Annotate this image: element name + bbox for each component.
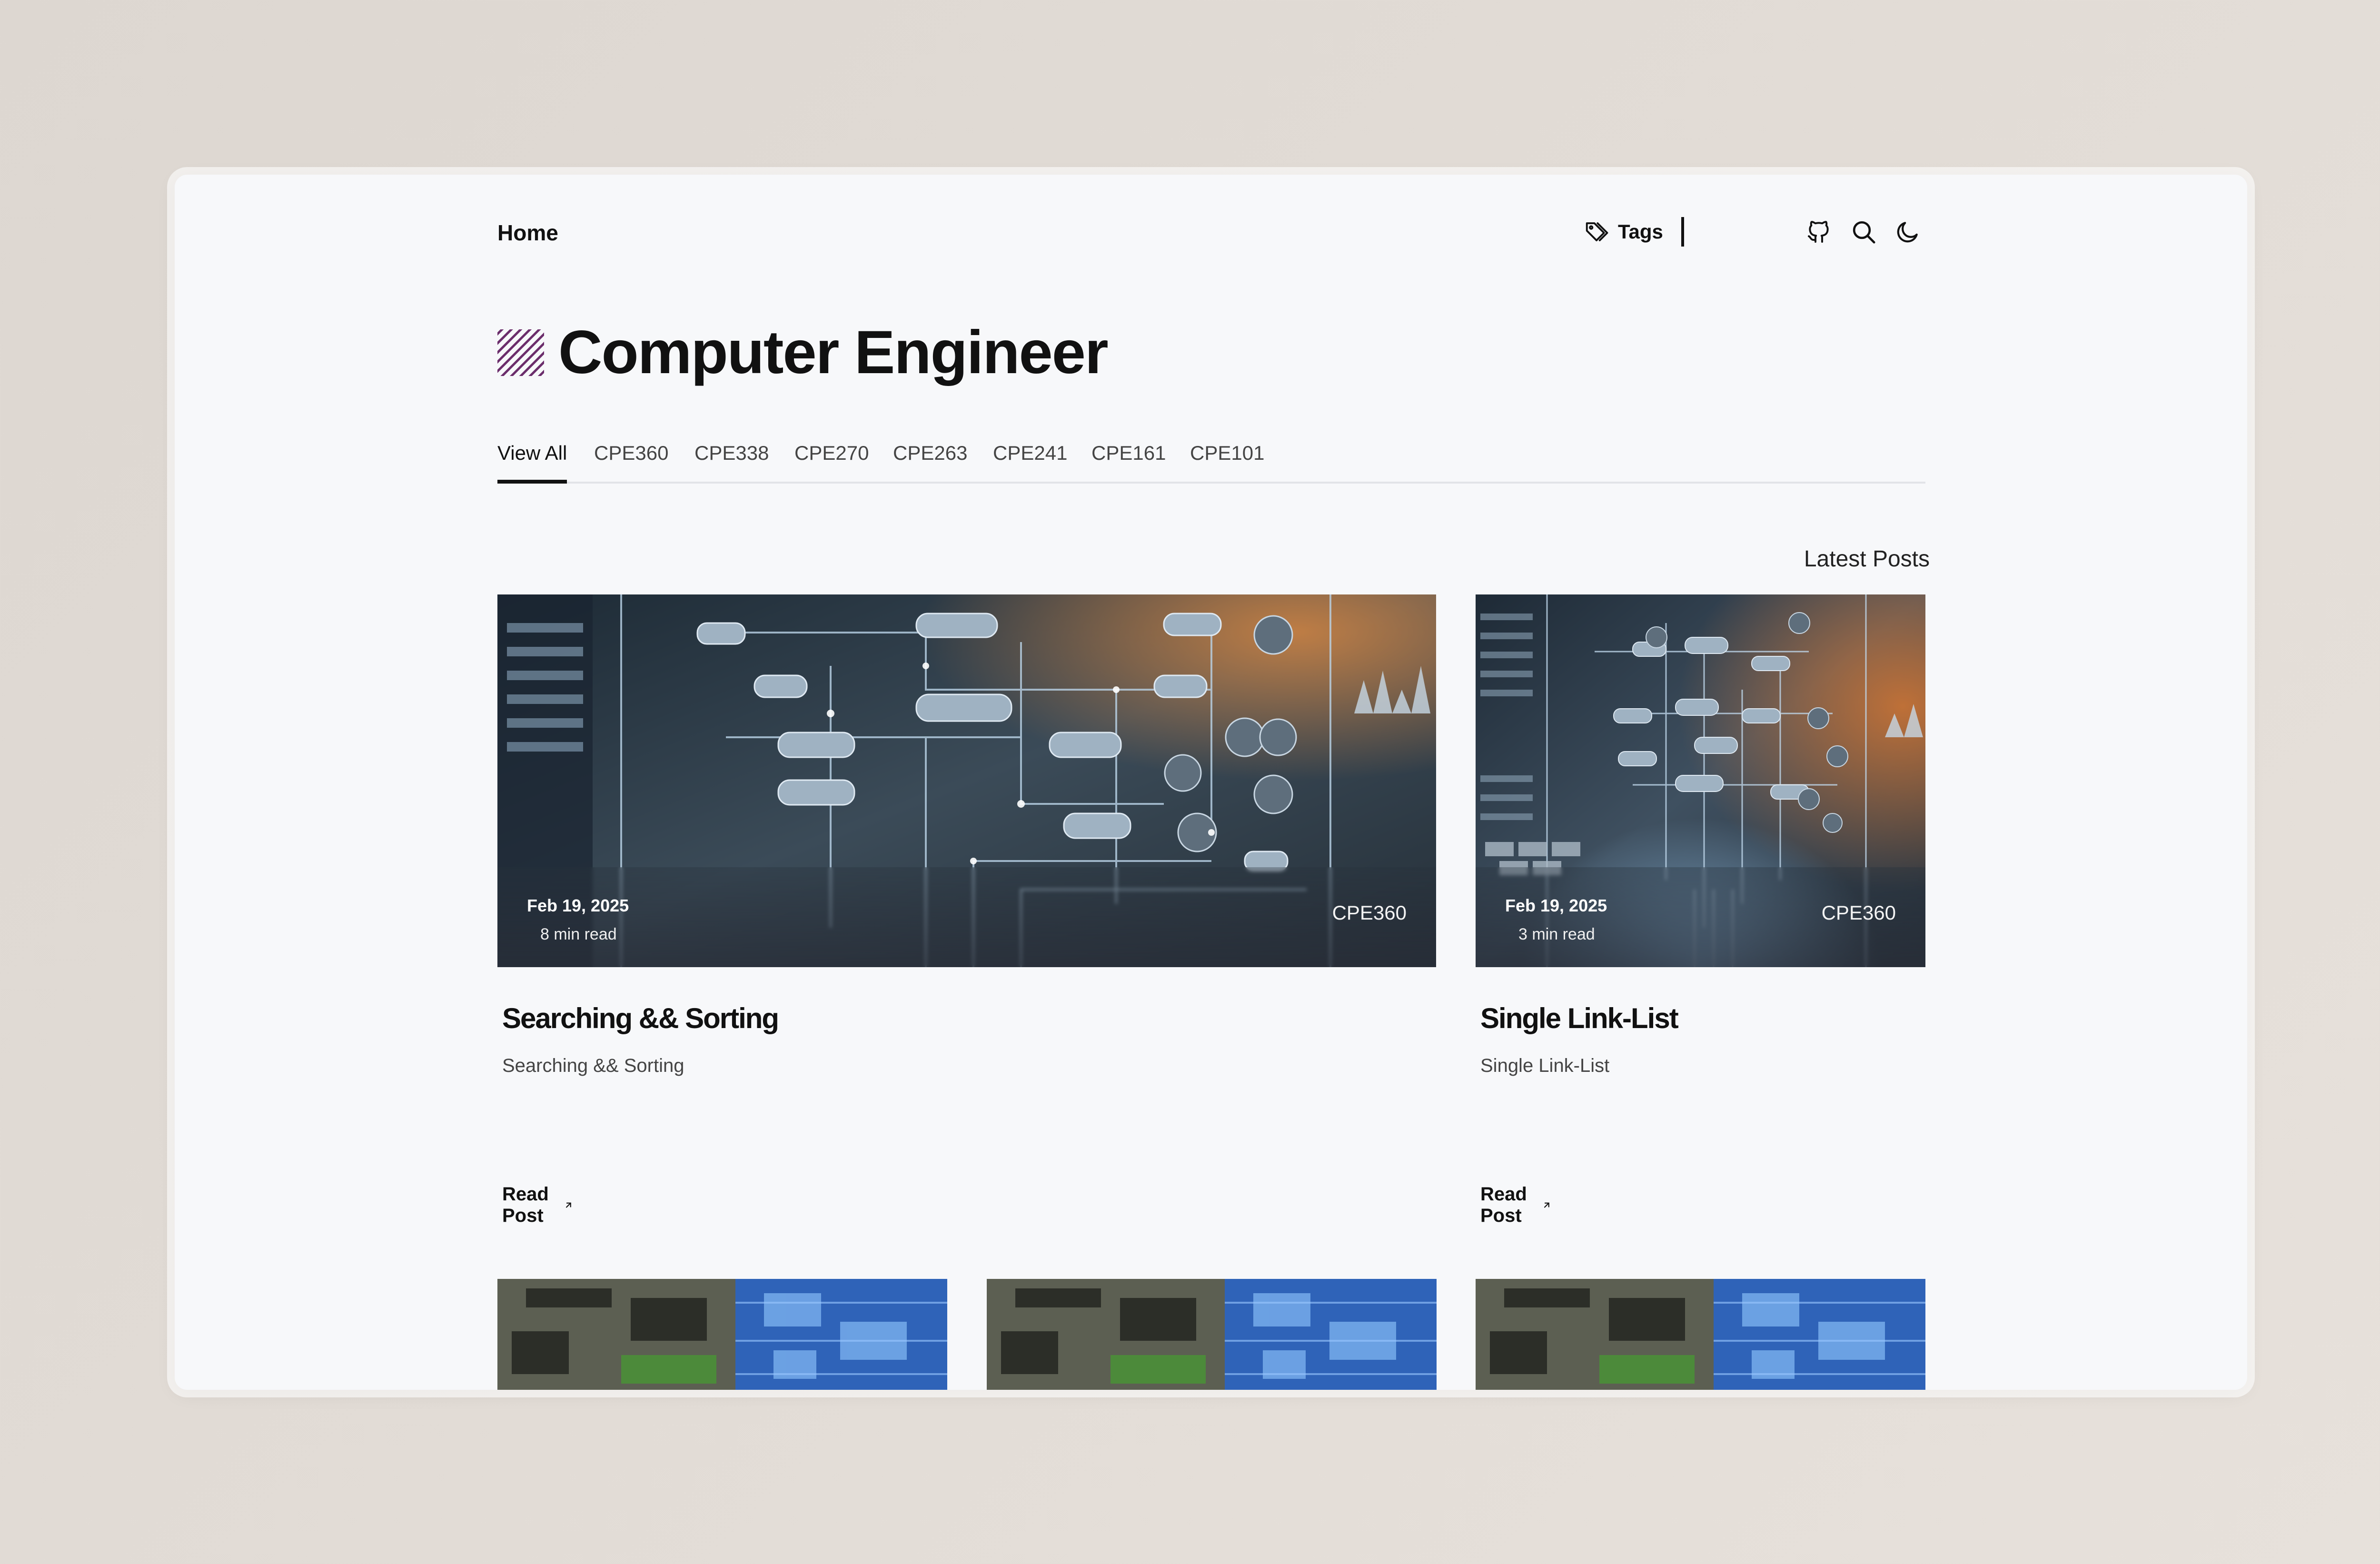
theme-toggle-button[interactable] xyxy=(1893,217,1923,247)
category-tabs: View All CPE360 CPE338 CPE270 CPE263 CPE… xyxy=(497,439,1925,484)
latest-posts-label: Latest Posts xyxy=(1804,546,1930,572)
post-meta-overlay: Feb 19, 2025 8 min read CPE360 xyxy=(497,867,1436,967)
github-button[interactable] xyxy=(1804,217,1834,247)
page: Home Tags Computer Engineer View All CPE… xyxy=(175,175,2247,1390)
post-date: Feb 19, 2025 xyxy=(527,896,629,915)
post-tag[interactable]: CPE360 xyxy=(1822,901,1896,924)
post-title[interactable]: Searching && Sorting xyxy=(502,1002,779,1035)
read-post-label: Read Post xyxy=(502,1184,549,1226)
read-post-label: Read Post xyxy=(1480,1184,1527,1226)
nav-tags-link[interactable]: Tags xyxy=(1584,219,1663,245)
tab-cpe360[interactable]: CPE360 xyxy=(594,439,668,480)
nav-home-link[interactable]: Home xyxy=(497,220,558,246)
tab-cpe338[interactable]: CPE338 xyxy=(694,439,769,480)
read-post-link[interactable]: Read Post xyxy=(502,1184,574,1227)
post-title[interactable]: Single Link-List xyxy=(1480,1002,1679,1035)
post-thumbnail[interactable] xyxy=(987,1279,1437,1390)
tab-cpe101[interactable]: CPE101 xyxy=(1190,439,1264,480)
post-cover-image[interactable]: Feb 19, 2025 8 min read CPE360 xyxy=(497,594,1436,967)
page-heading: Computer Engineer xyxy=(497,317,1109,387)
page-title: Computer Engineer xyxy=(558,318,1109,386)
circuit-board-image xyxy=(987,1279,1437,1390)
tab-cpe263[interactable]: CPE263 xyxy=(893,439,967,480)
circuit-board-image xyxy=(497,1279,947,1390)
read-post-link[interactable]: Read Post xyxy=(1480,1184,1552,1227)
tags-label: Tags xyxy=(1618,220,1663,243)
moon-icon xyxy=(1897,222,1918,243)
arrow-up-right-icon xyxy=(1544,1202,1549,1208)
nav-divider xyxy=(1681,217,1684,247)
search-icon xyxy=(1853,221,1875,244)
post-meta-overlay: Feb 19, 2025 3 min read CPE360 xyxy=(1476,867,1925,967)
post-tag[interactable]: CPE360 xyxy=(1332,901,1407,924)
tab-cpe161[interactable]: CPE161 xyxy=(1091,439,1166,480)
post-description: Searching && Sorting xyxy=(502,1055,684,1076)
post-date: Feb 19, 2025 xyxy=(1505,896,1607,915)
tab-view-all[interactable]: View All xyxy=(497,439,567,484)
tag-icon xyxy=(1586,222,1608,241)
post-thumbnail[interactable] xyxy=(1476,1279,1925,1390)
post-cover-image[interactable]: Feb 19, 2025 3 min read CPE360 xyxy=(1476,594,1925,967)
post-read-time: 3 min read xyxy=(1518,925,1595,943)
hatch-mark-icon xyxy=(497,329,544,376)
tab-cpe270[interactable]: CPE270 xyxy=(794,439,869,480)
post-thumbnail[interactable] xyxy=(497,1279,947,1390)
post-description: Single Link-List xyxy=(1480,1055,1610,1076)
arrow-up-right-icon xyxy=(565,1202,571,1208)
browser-window: Home Tags Computer Engineer View All CPE… xyxy=(175,175,2247,1390)
post-read-time: 8 min read xyxy=(540,925,617,943)
circuit-board-image xyxy=(1476,1279,1925,1390)
search-button[interactable] xyxy=(1848,217,1879,247)
tab-cpe241[interactable]: CPE241 xyxy=(993,439,1067,480)
nav-right: Tags xyxy=(1584,217,1684,247)
github-icon xyxy=(1808,221,1829,243)
